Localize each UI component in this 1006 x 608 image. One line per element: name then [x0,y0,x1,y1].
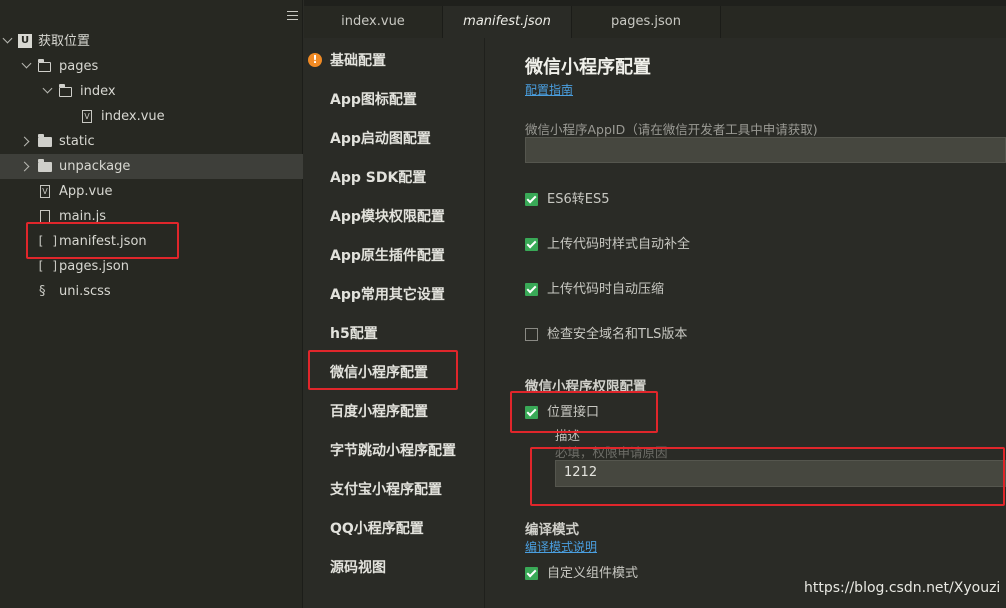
tree-item-label: index [80,84,116,99]
checkbox-checked-icon[interactable] [525,193,538,206]
chevron-right-icon[interactable] [19,161,30,172]
tree-item-label: manifest.json [59,234,147,249]
editor-tab-bar: index.vue manifest.json pages.json [304,0,1006,38]
tree-item-label: static [59,134,95,149]
checkbox-checked-icon[interactable] [525,283,538,296]
checkbox-checked-icon[interactable] [525,238,538,251]
appid-label: 微信小程序AppID（请在微信开发者工具中申请获取) [525,122,818,137]
checkbox-checked-icon[interactable] [525,567,538,580]
folder-icon [38,159,52,172]
tree-item-unpackage[interactable]: unpackage [0,154,303,179]
nav-toutiao-config[interactable]: 字节跳动小程序配置 [330,437,456,465]
project-icon: U [18,34,32,48]
nav-basic-config[interactable]: 基础配置 [330,47,386,75]
compile-section-title: 编译模式 [525,522,579,538]
permission-section-title: 微信小程序权限配置 [525,379,647,395]
page-title: 微信小程序配置 [525,57,651,78]
nav-h5-config[interactable]: h5配置 [330,320,378,348]
folder-open-icon [37,58,51,72]
file-tree-header [0,0,303,30]
vue-file-icon: V [82,110,92,123]
tree-item-manifest-json[interactable]: [ ] manifest.json [0,229,303,254]
tree-item-label: uni.scss [59,284,111,299]
hamburger-menu-icon[interactable] [287,11,298,20]
chevron-down-icon[interactable] [21,58,32,69]
tree-item-label: pages [59,59,99,74]
tree-item-uni-scss[interactable]: § uni.scss [0,279,303,304]
folder-icon [38,134,52,147]
nav-app-splash-config[interactable]: App启动图配置 [330,125,431,153]
checkbox-checked-icon[interactable] [525,406,538,419]
tree-item-app-vue[interactable]: V App.vue [0,179,303,204]
tree-item-main-js[interactable]: main.js [0,204,303,229]
tree-item-index-vue[interactable]: V index.vue [0,104,303,129]
js-file-icon [40,210,50,223]
tree-item-label: main.js [59,209,106,224]
checkbox-label: 上传代码时样式自动补全 [547,237,691,252]
folder-open-icon [58,83,72,97]
weixin-config-panel: 微信小程序配置 配置指南 微信小程序AppID（请在微信开发者工具中申请获取) … [485,38,1006,608]
tab-index-vue[interactable]: index.vue [304,6,443,38]
nav-app-other-settings[interactable]: App常用其它设置 [330,281,445,309]
checkbox-label: 自定义组件模式 [547,566,639,581]
scss-file-icon: § [39,284,46,299]
tree-item-label: pages.json [59,259,129,274]
nav-app-icon-config[interactable]: App图标配置 [330,86,417,114]
tab-manifest-json[interactable]: manifest.json [443,6,572,38]
description-input[interactable]: 1212 [555,460,1006,487]
tree-item-static[interactable]: static [0,129,303,154]
tree-item-label: index.vue [101,109,165,124]
chevron-down-icon[interactable] [2,33,13,44]
tab-pages-json[interactable]: pages.json [572,6,721,38]
checkbox-label: 位置接口 [547,405,600,420]
tree-project-root[interactable]: U 获取位置 [0,29,303,54]
checkbox-label: 上传代码时自动压缩 [547,282,665,297]
watermark-text: https://blog.csdn.net/Xyouzi [804,580,1001,596]
tree-item-label: 获取位置 [38,34,91,49]
tree-item-pages[interactable]: pages [0,54,303,79]
tree-item-label: unpackage [59,159,131,174]
json-file-icon: [ ] [37,259,59,273]
nav-baidu-config[interactable]: 百度小程序配置 [330,398,428,426]
vue-file-icon: V [40,185,50,198]
compile-mode-link[interactable]: 编译模式说明 [525,538,597,555]
manifest-settings-nav: ! 基础配置 App图标配置 App启动图配置 App SDK配置 App模块权… [304,38,485,608]
nav-app-module-config[interactable]: App模块权限配置 [330,203,445,231]
tree-item-index-folder[interactable]: index [0,79,303,104]
tree-item-pages-json[interactable]: [ ] pages.json [0,254,303,279]
nav-source-view[interactable]: 源码视图 [330,554,386,582]
nav-app-sdk-config[interactable]: App SDK配置 [330,164,426,192]
file-tree-panel: U 获取位置 pages index V index.vue static un… [0,0,303,608]
warning-icon: ! [308,53,322,67]
description-hint: 必填，权限申请原因 [555,445,668,460]
config-guide-link[interactable]: 配置指南 [525,81,573,98]
checkbox-label: 检查安全域名和TLS版本 [547,327,688,342]
checkbox-unchecked-icon[interactable] [525,328,538,341]
nav-alipay-config[interactable]: 支付宝小程序配置 [330,476,442,504]
nav-qq-config[interactable]: QQ小程序配置 [330,515,424,543]
appid-input[interactable] [525,137,1006,163]
chevron-down-icon[interactable] [42,83,53,94]
tree-item-label: App.vue [59,184,113,199]
nav-weixin-config[interactable]: 微信小程序配置 [330,359,428,387]
checkbox-label: ES6转ES5 [547,192,610,207]
chevron-right-icon[interactable] [19,136,30,147]
nav-app-plugin-config[interactable]: App原生插件配置 [330,242,445,270]
json-file-icon: [ ] [37,234,59,248]
